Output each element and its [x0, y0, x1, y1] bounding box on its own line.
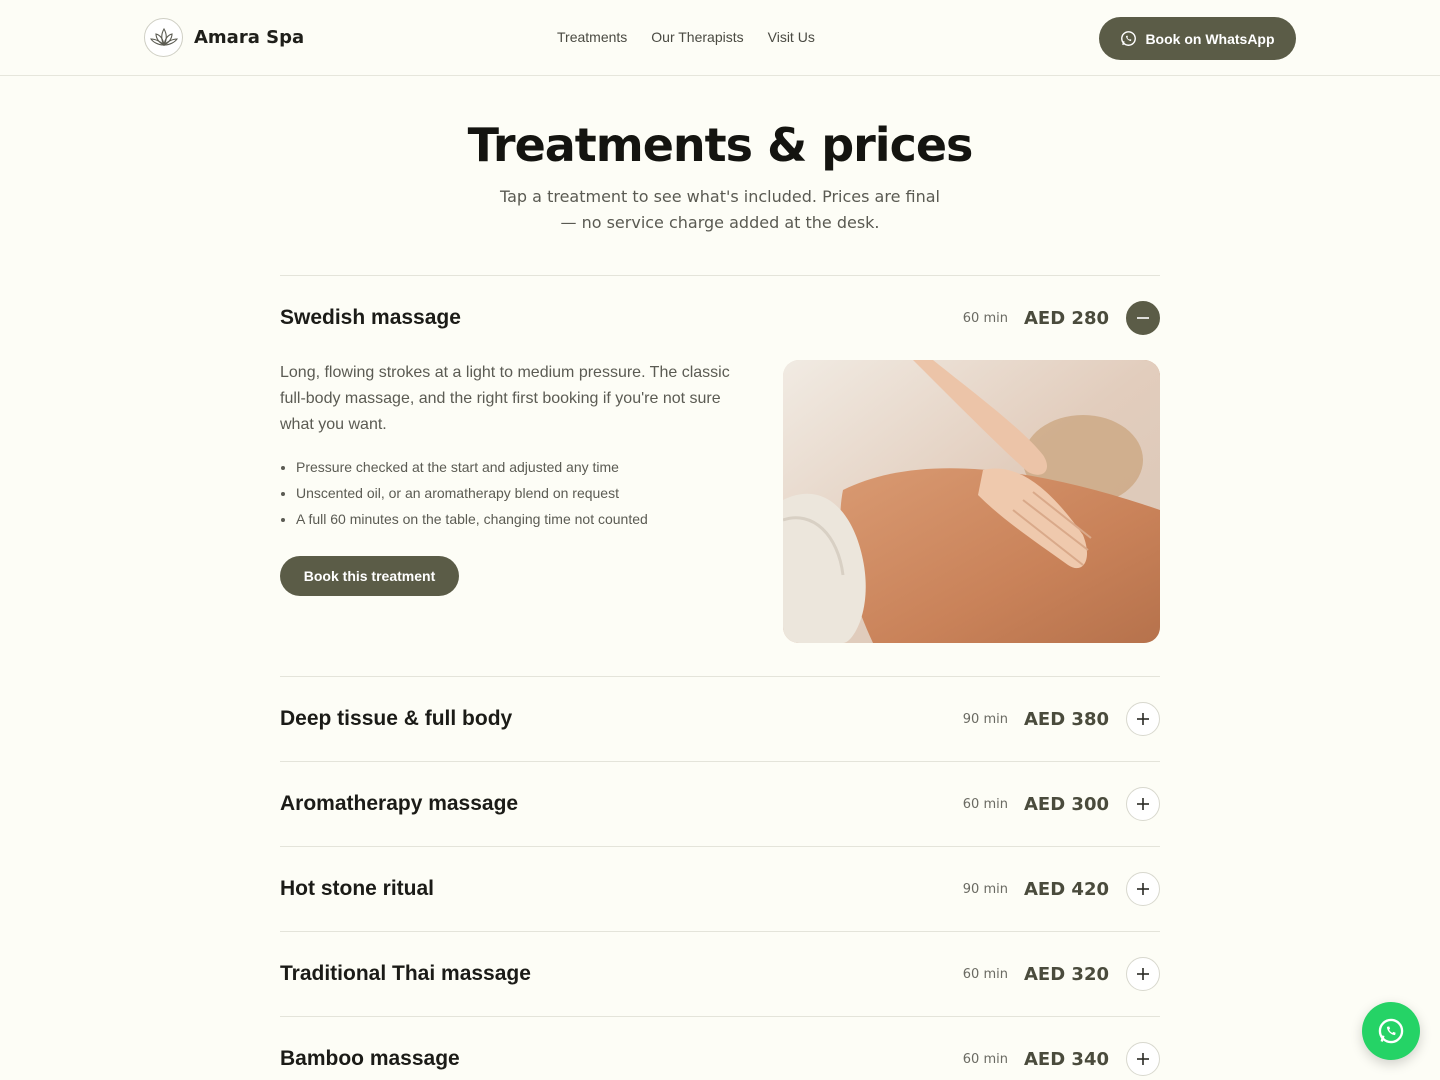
treatment-duration: 90 min [962, 881, 1008, 897]
treatment-meta: 90 min AED 380 [963, 702, 1160, 736]
plus-icon [1137, 883, 1149, 895]
book-on-whatsapp-button[interactable]: Book on WhatsApp [1099, 17, 1296, 60]
treatment-name: Traditional Thai massage [280, 962, 531, 985]
treatment-price: AED 380 [1023, 708, 1109, 730]
plus-icon [1137, 1053, 1149, 1065]
treatment-meta: 60 min AED 280 [963, 301, 1160, 335]
treatment-duration: 60 min [962, 966, 1008, 982]
site-header: Amara Spa Treatments Our Therapists Visi… [0, 0, 1440, 76]
massage-photo [783, 360, 1160, 643]
treatment-name: Swedish massage [280, 306, 461, 329]
page-subtitle: Tap a treatment to see what's included. … [500, 187, 940, 232]
feature-item: Unscented oil, or an aromatherapy blend … [296, 480, 750, 506]
treatment-duration: 90 min [962, 711, 1008, 727]
treatment-duration: 60 min [962, 796, 1008, 812]
treatment-item: Hot stone ritual 90 min AED 420 [280, 846, 1160, 931]
treatment-details: Long, flowing strokes at a light to medi… [280, 360, 1160, 676]
whatsapp-icon [1121, 31, 1137, 46]
feature-item: A full 60 minutes on the table, changing… [296, 506, 750, 532]
treatment-name: Aromatherapy massage [280, 792, 519, 815]
plus-icon [1137, 713, 1149, 725]
lotus-icon [144, 18, 183, 57]
page-title: Treatments & prices [467, 118, 974, 172]
treatment-row[interactable]: Bamboo massage 60 min AED 340 [280, 1017, 1160, 1080]
treatment-row[interactable]: Aromatherapy massage 60 min AED 300 [280, 762, 1160, 846]
brand-name: Amara Spa [194, 27, 305, 48]
treatment-description: Long, flowing strokes at a light to medi… [280, 364, 730, 433]
treatment-duration: 60 min [962, 310, 1008, 326]
treatment-price: AED 320 [1023, 963, 1109, 985]
main-nav: Treatments Our Therapists Visit Us [557, 29, 839, 45]
treatment-item: Traditional Thai massage 60 min AED 320 [280, 931, 1160, 1016]
treatment-price: AED 300 [1023, 793, 1109, 815]
whatsapp-chat-button[interactable] [1362, 1002, 1420, 1060]
book-treatment-button[interactable]: Book this treatment [280, 556, 459, 596]
treatment-row[interactable]: Traditional Thai massage 60 min AED 320 [280, 932, 1160, 1016]
nav-our-therapists[interactable]: Our Therapists [651, 29, 743, 45]
nav-visit-us[interactable]: Visit Us [768, 29, 815, 45]
book-on-whatsapp-label: Book on WhatsApp [1145, 30, 1275, 47]
minus-icon [1137, 317, 1149, 319]
expand-button[interactable] [1126, 1042, 1160, 1076]
plus-icon [1137, 798, 1149, 810]
treatment-price: AED 280 [1023, 307, 1109, 329]
expand-button[interactable] [1126, 702, 1160, 736]
expand-button[interactable] [1126, 957, 1160, 991]
treatment-price: AED 340 [1023, 1048, 1109, 1070]
collapse-button[interactable] [1126, 301, 1160, 335]
treatment-name: Bamboo massage [280, 1047, 460, 1070]
treatment-name: Hot stone ritual [280, 877, 435, 900]
feature-item: Pressure checked at the start and adjust… [296, 454, 750, 480]
treatment-meta: 60 min AED 340 [963, 1042, 1160, 1076]
treatment-duration: 60 min [962, 1051, 1008, 1067]
treatment-row[interactable]: Deep tissue & full body 90 min AED 380 [280, 677, 1160, 761]
treatment-details-text: Long, flowing strokes at a light to medi… [280, 360, 750, 676]
plus-icon [1137, 968, 1149, 980]
expand-button[interactable] [1126, 872, 1160, 906]
treatment-name: Deep tissue & full body [280, 707, 513, 730]
brand[interactable]: Amara Spa [144, 18, 304, 57]
treatment-item: Aromatherapy massage 60 min AED 300 [280, 761, 1160, 846]
treatments-accordion: Swedish massage 60 min AED 280 Long, flo… [280, 275, 1160, 1080]
treatment-item: Deep tissue & full body 90 min AED 380 [280, 676, 1160, 761]
treatment-item: Bamboo massage 60 min AED 340 [280, 1016, 1160, 1080]
treatment-meta: 60 min AED 300 [963, 787, 1160, 821]
treatment-meta: 60 min AED 320 [963, 957, 1160, 991]
expand-button[interactable] [1126, 787, 1160, 821]
treatment-price: AED 420 [1023, 878, 1109, 900]
treatment-item: Swedish massage 60 min AED 280 Long, flo… [280, 275, 1160, 676]
nav-treatments[interactable]: Treatments [557, 29, 627, 45]
treatment-meta: 90 min AED 420 [963, 872, 1160, 906]
treatment-row[interactable]: Swedish massage 60 min AED 280 [280, 276, 1160, 360]
treatment-features: Pressure checked at the start and adjust… [280, 454, 750, 532]
whatsapp-icon [1378, 1018, 1404, 1044]
treatment-row[interactable]: Hot stone ritual 90 min AED 420 [280, 847, 1160, 931]
